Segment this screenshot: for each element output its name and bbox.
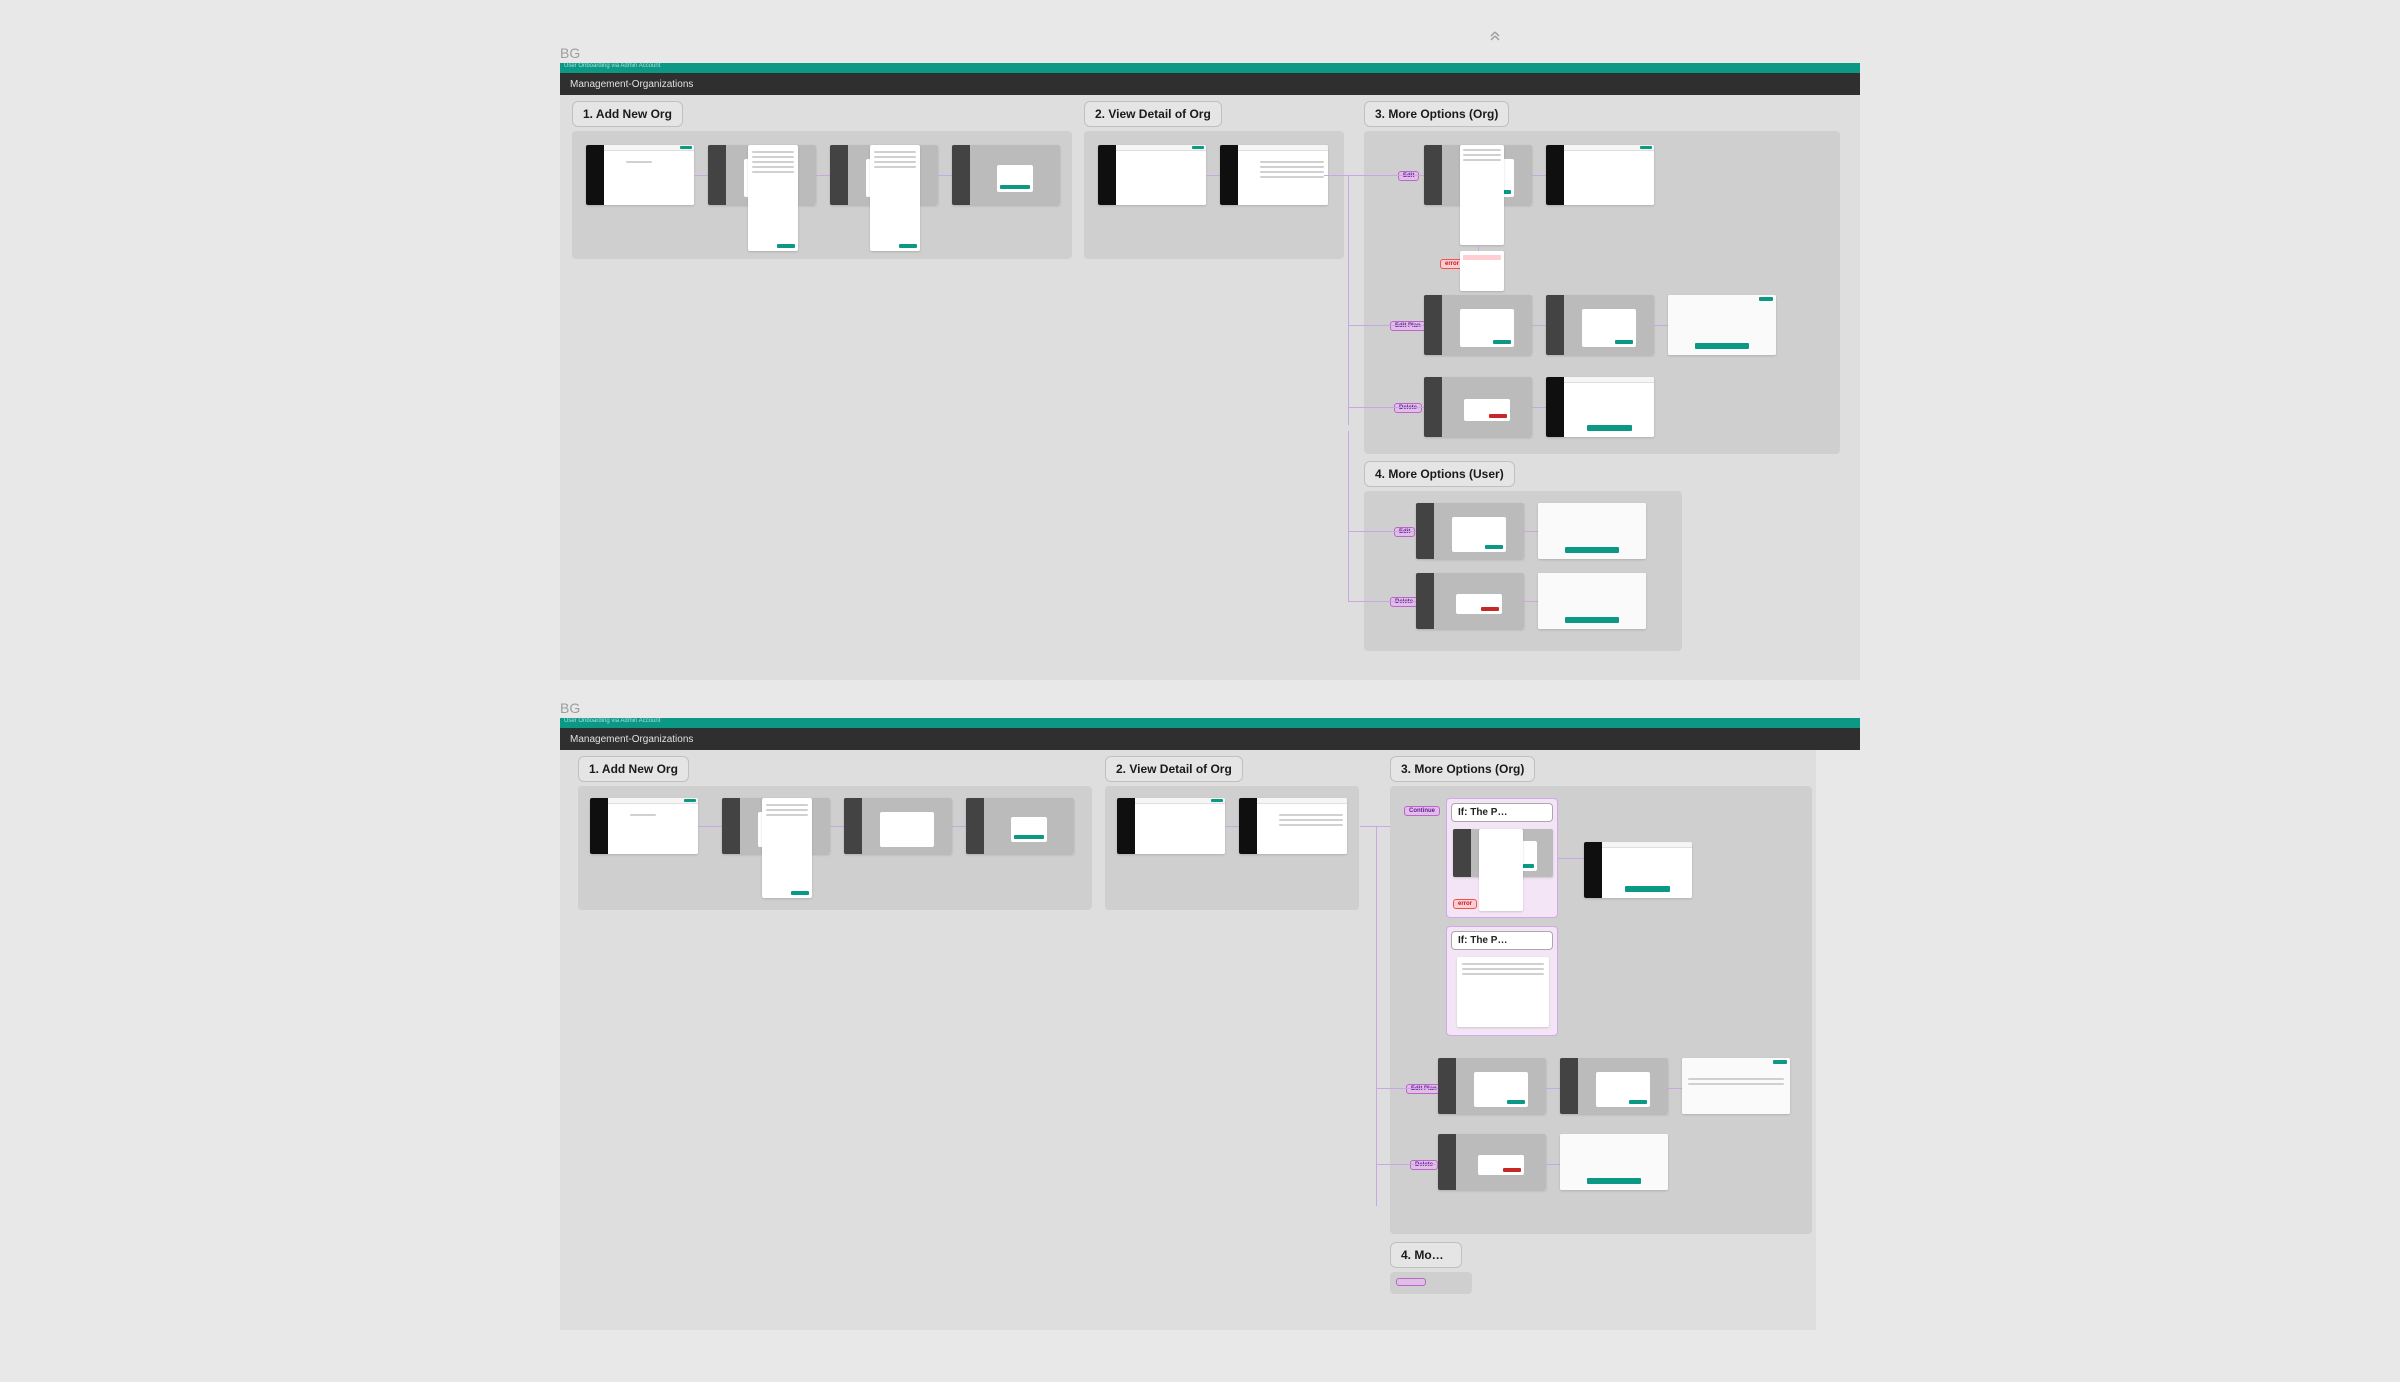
flow-label-edit-plan[interactable]: Edit Plan: [1390, 321, 1426, 331]
screen-thumb[interactable]: [1546, 377, 1654, 437]
screen-thumb[interactable]: [966, 798, 1074, 854]
screen-thumb[interactable]: [952, 145, 1060, 205]
flow-label-delete[interactable]: Delete: [1394, 403, 1422, 413]
teal-subtitle: User Onboarding via Admin Account: [564, 718, 660, 724]
screen-thumb[interactable]: [1457, 957, 1549, 1027]
teal-header-bar: User Onboarding via Admin Account: [560, 718, 1860, 728]
screen-thumb[interactable]: [1424, 295, 1532, 355]
screen-thumb[interactable]: [1438, 1134, 1546, 1190]
section-tab-view-detail[interactable]: 2. View Detail of Org: [1084, 101, 1222, 127]
dark-title-bar: Management-Organizations: [560, 728, 1860, 750]
section-tab-more-user[interactable]: 4. More Options (User): [1364, 461, 1515, 487]
section-body-view-detail: [1105, 786, 1359, 910]
condition-label: If: The P…: [1451, 931, 1553, 950]
board-2: BG User Onboarding via Admin Account Man…: [560, 700, 1860, 1330]
screen-thumb-overflow[interactable]: [870, 145, 920, 251]
flow-label-edit[interactable]: Edit: [1398, 171, 1419, 181]
section-body-add-org: [578, 786, 1092, 910]
screen-thumb[interactable]: [1416, 503, 1524, 559]
screen-thumb-overflow[interactable]: [748, 145, 798, 251]
screen-thumb[interactable]: [1416, 573, 1524, 629]
screen-thumb-error[interactable]: [1460, 251, 1504, 291]
flow-label-delete[interactable]: Delete: [1410, 1160, 1438, 1170]
section-body-more-user-collapsed: [1390, 1272, 1472, 1294]
main-area-1: 1. Add New Org: [560, 95, 1860, 680]
design-canvas[interactable]: BG User Onboarding via Admin Account Man…: [560, 45, 1860, 1350]
section-tab-view-detail[interactable]: 2. View Detail of Org: [1105, 756, 1243, 782]
section-tab-more-org[interactable]: 3. More Options (Org): [1390, 756, 1535, 782]
screen-thumb[interactable]: [1438, 1058, 1546, 1114]
screen-thumb-overflow[interactable]: [1460, 145, 1504, 245]
teal-subtitle: User Onboarding via Admin Account: [564, 63, 660, 69]
screen-thumb[interactable]: [1560, 1134, 1668, 1190]
section-body-more-org: Edit error: [1364, 131, 1840, 454]
screen-thumb[interactable]: [1538, 503, 1646, 559]
section-tab-add-org[interactable]: 1. Add New Org: [572, 101, 683, 127]
flow-label-delete[interactable]: Delete: [1390, 597, 1418, 607]
screen-thumb-overflow[interactable]: [762, 798, 812, 898]
flow-label-continue[interactable]: Continue: [1404, 806, 1440, 816]
screen-thumb[interactable]: [844, 798, 952, 854]
screen-thumb[interactable]: [1098, 145, 1206, 205]
flow-label-stub[interactable]: [1396, 1278, 1426, 1286]
screen-thumb[interactable]: [1546, 295, 1654, 355]
section-body-add-org: [572, 131, 1072, 259]
screen-thumb[interactable]: [1668, 295, 1776, 355]
screen-thumb[interactable]: [586, 145, 694, 205]
teal-header-bar: User Onboarding via Admin Account: [560, 63, 1860, 73]
screen-thumb[interactable]: [1560, 1058, 1668, 1114]
main-area-2: 1. Add New Org: [560, 750, 1816, 1330]
screen-thumb[interactable]: [1220, 145, 1328, 205]
screen-thumb[interactable]: [1117, 798, 1225, 854]
screen-thumb[interactable]: [1239, 798, 1347, 854]
screen-thumb[interactable]: [1682, 1058, 1790, 1114]
section-body-more-user: Edit Delete: [1364, 491, 1682, 651]
condition-box[interactable]: If: The P…: [1446, 926, 1558, 1036]
section-tab-add-org[interactable]: 1. Add New Org: [578, 756, 689, 782]
screen-thumb[interactable]: [1584, 842, 1692, 898]
dark-title-text: Management-Organizations: [570, 734, 693, 745]
flow-label-edit[interactable]: Edit: [1394, 527, 1415, 537]
flow-label-edit-plan[interactable]: Edit Plan: [1406, 1084, 1442, 1094]
board-label: BG: [560, 700, 1860, 716]
screen-thumb[interactable]: [1424, 377, 1532, 437]
condition-box[interactable]: If: The P… error: [1446, 798, 1558, 918]
screen-thumb-overflow[interactable]: [1479, 829, 1523, 911]
board-label: BG: [560, 45, 1860, 61]
flow-label-error[interactable]: error: [1453, 899, 1477, 909]
expand-icon: [1490, 31, 1500, 41]
section-body-view-detail: [1084, 131, 1344, 259]
dark-title-bar: Management-Organizations: [560, 73, 1860, 95]
screen-thumb[interactable]: [1538, 573, 1646, 629]
dark-title-text: Management-Organizations: [570, 79, 693, 90]
board-1: BG User Onboarding via Admin Account Man…: [560, 45, 1860, 680]
section-tab-more-org[interactable]: 3. More Options (Org): [1364, 101, 1509, 127]
section-body-more-org: Continue If: The P… error: [1390, 786, 1812, 1234]
screen-thumb[interactable]: [590, 798, 698, 854]
section-tab-more-user-collapsed[interactable]: 4. Mo…: [1390, 1242, 1462, 1268]
condition-label: If: The P…: [1451, 803, 1553, 822]
screen-thumb[interactable]: [1546, 145, 1654, 205]
